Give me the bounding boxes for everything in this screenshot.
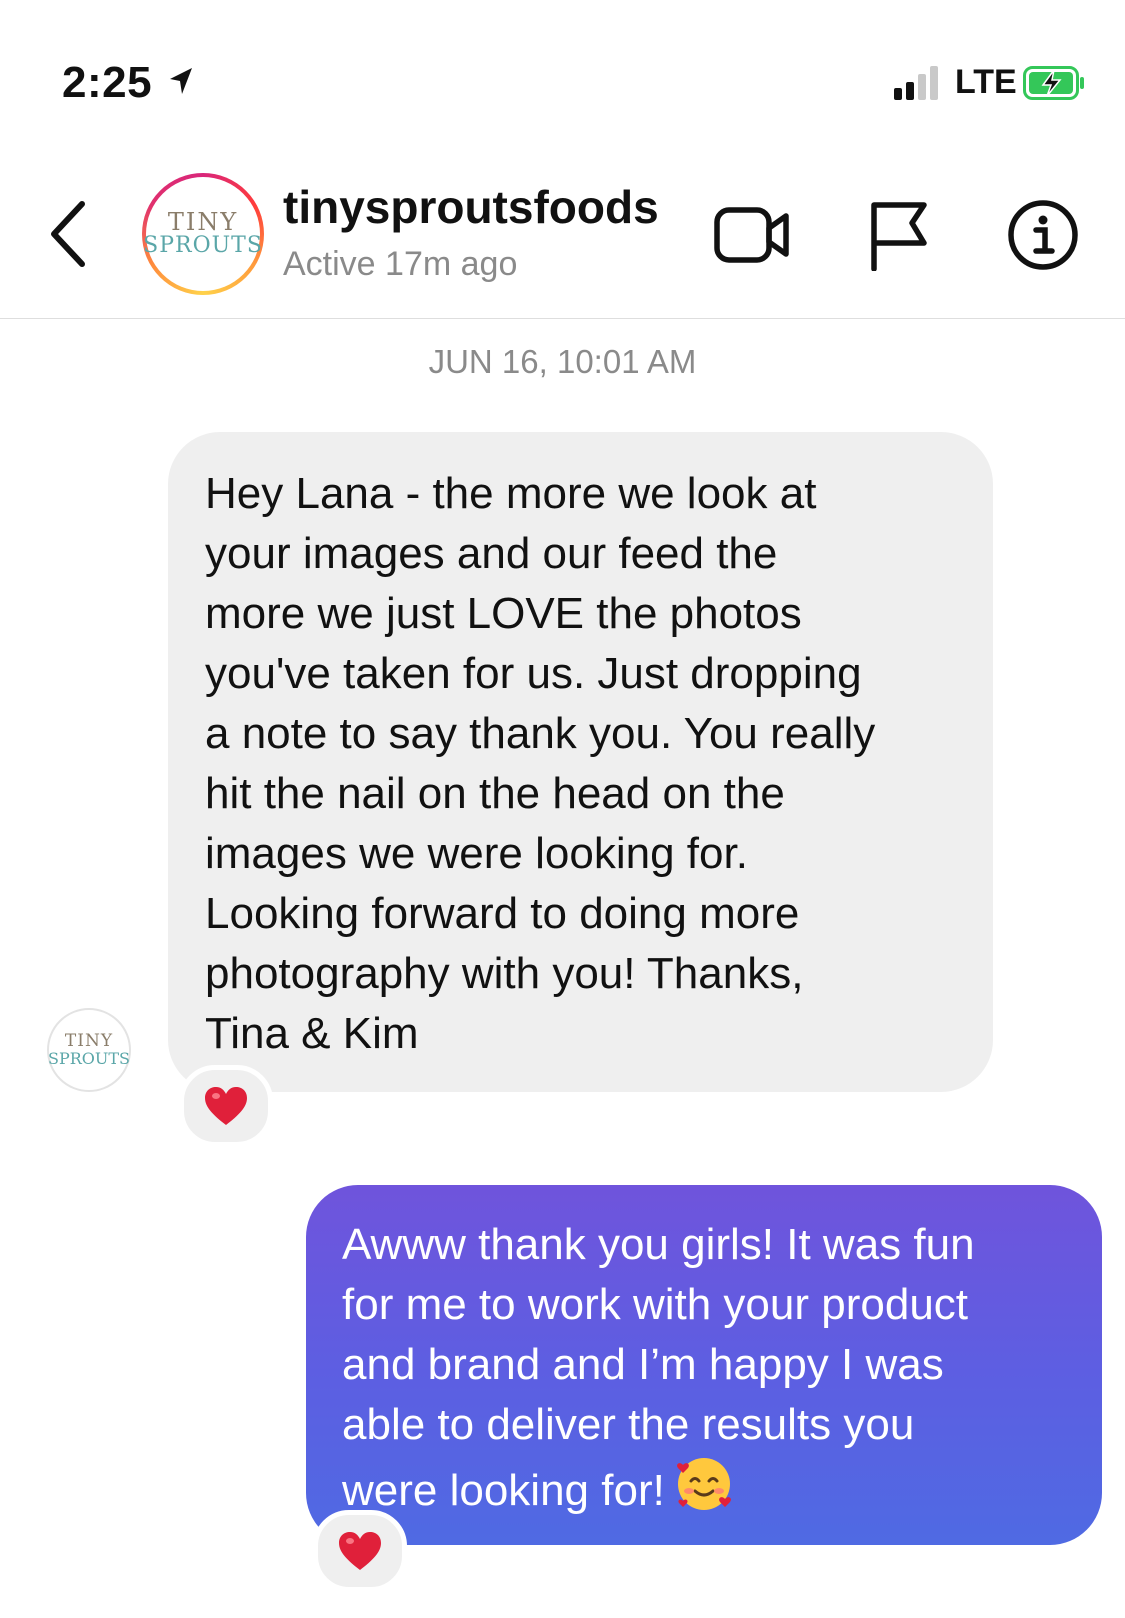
video-camera-icon (714, 207, 789, 263)
video-call-button[interactable] (712, 195, 792, 275)
outgoing-reaction-badge[interactable] (313, 1510, 407, 1592)
location-arrow-icon (170, 68, 192, 94)
heart-reaction-icon (339, 1532, 381, 1570)
info-button[interactable] (1003, 195, 1083, 275)
logo-text-tiny: TINY (64, 1030, 114, 1051)
outgoing-message-bubble[interactable]: Awww thank you girls! It was fun for me … (306, 1185, 1102, 1545)
outgoing-message-text: Awww thank you girls! It was fun for me … (342, 1220, 975, 1515)
logo-text-sprouts: SPROUTS (48, 1048, 131, 1068)
logo-text-tiny: TINY (167, 207, 239, 236)
incoming-message-text: Hey Lana - the more we look at your imag… (205, 469, 876, 1058)
sender-avatar[interactable]: TINY SPROUTS (47, 1008, 131, 1092)
back-chevron-icon[interactable] (48, 200, 88, 268)
battery-charging-icon (1023, 66, 1084, 100)
incoming-message-bubble[interactable]: Hey Lana - the more we look at your imag… (168, 432, 993, 1092)
info-icon (1008, 200, 1078, 270)
report-flag-button[interactable] (858, 195, 938, 275)
status-bar: 2:25 LTE (0, 0, 1125, 150)
username[interactable]: tinysproutsfoods (283, 180, 659, 234)
profile-avatar[interactable]: TINY SPROUTS (142, 173, 264, 295)
message-timestamp: JUN 16, 10:01 AM (428, 343, 697, 380)
logo-text-sprouts: SPROUTS (143, 232, 263, 258)
conversation-header: TINY SPROUTS tinysproutsfoods Active 17m… (0, 150, 1125, 319)
heart-reaction-icon (205, 1087, 247, 1125)
tiny-sprouts-logo: TINY SPROUTS (143, 177, 263, 291)
status-time: 2:25 (62, 58, 153, 107)
network-type: LTE (955, 63, 1017, 101)
signal-strength-icon (894, 66, 942, 100)
smiling-face-with-hearts-icon (676, 1458, 731, 1510)
incoming-reaction-badge[interactable] (179, 1065, 273, 1147)
flag-icon (871, 202, 927, 271)
active-status: Active 17m ago (283, 245, 518, 283)
